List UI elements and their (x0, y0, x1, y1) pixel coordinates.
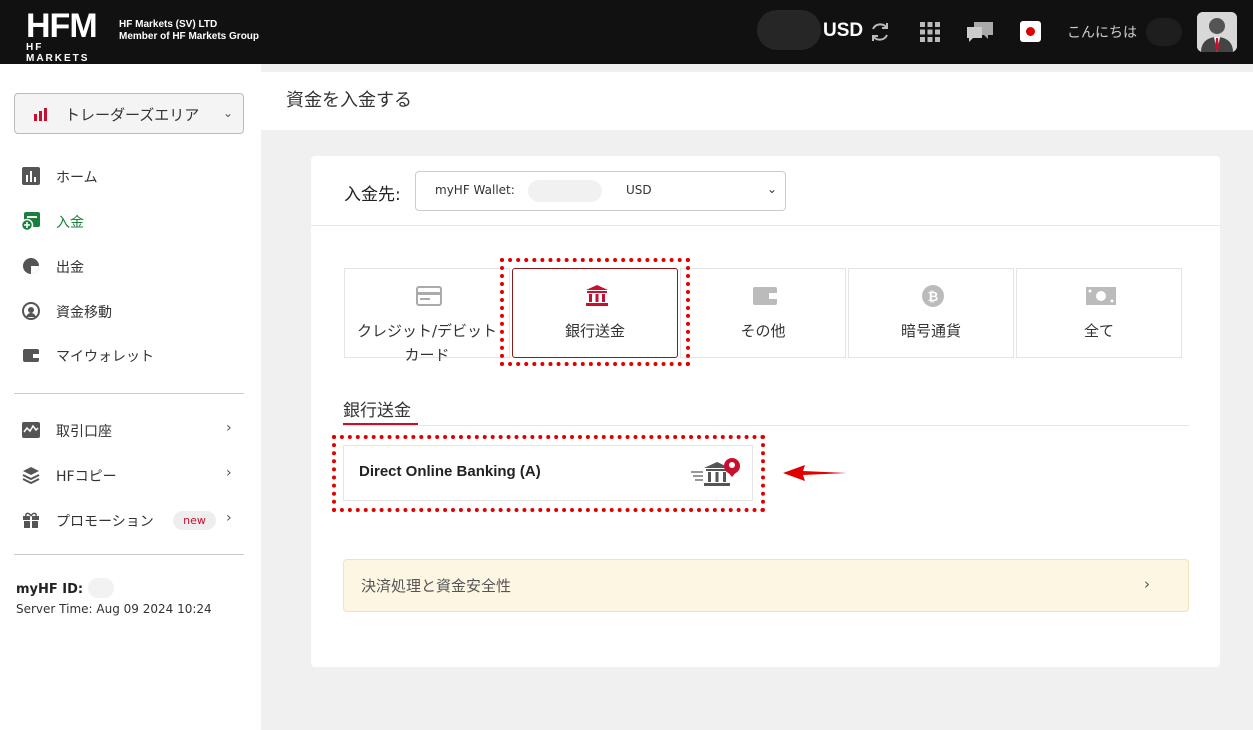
chat-icon[interactable] (965, 20, 995, 44)
chevron-right-icon: › (226, 510, 232, 526)
tile-credit-card[interactable]: クレジット/デビットカード (344, 268, 510, 364)
sidebar-item-hf-copy[interactable]: HFコピー › (0, 460, 261, 490)
transfer-icon (22, 302, 40, 320)
chevron-down-icon: ⌄ (766, 182, 777, 196)
section-divider (343, 425, 1189, 426)
tile-crypto[interactable]: ₿ 暗号通貨 (848, 268, 1014, 358)
sidebar-divider (14, 393, 244, 394)
bitcoin-icon: ₿ (922, 285, 944, 307)
sidebar-item-transfer[interactable]: 資金移動 (0, 296, 261, 326)
page-header: 資金を入金する (261, 72, 1253, 130)
sidebar-item-label: HFコピー (56, 469, 117, 485)
chevron-down-icon: ⌄ (222, 106, 233, 120)
sidebar-item-home[interactable]: ホーム (0, 161, 261, 191)
sidebar-item-label: プロモーション (56, 514, 154, 530)
chevron-right-icon: › (226, 420, 232, 436)
balance-redacted (757, 10, 821, 50)
highlight-box-bank-transfer (500, 258, 690, 366)
chevron-right-icon: › (1144, 575, 1150, 593)
logo-subtext: HF MARKETS (26, 42, 90, 64)
chart-icon (22, 167, 40, 185)
red-arrow-annotation (783, 465, 847, 481)
card-divider (311, 225, 1220, 226)
deposit-card: 入金先: myHF Wallet: USD ⌄ クレジット/デビットカード 銀行… (311, 156, 1220, 667)
sidebar: トレーダーズエリア ⌄ ホーム 入金 出金 資金移動 マイウォレット 取引口座 … (0, 64, 261, 730)
traders-area-dropdown[interactable]: トレーダーズエリア ⌄ (14, 93, 244, 134)
tile-other[interactable]: その他 (680, 268, 846, 358)
tile-label: その他 (740, 322, 786, 340)
myhf-id-label: myHF ID: (16, 582, 84, 597)
wallet-id-redacted (528, 180, 602, 202)
notice-text: 決済処理と資金安全性 (361, 577, 512, 595)
wallet-icon (753, 287, 777, 305)
top-bar: HFM HF MARKETS HF Markets (SV) LTD Membe… (0, 0, 1253, 64)
bar-chart-icon (34, 108, 47, 121)
highlight-box-method (332, 435, 765, 512)
sidebar-item-label: 取引口座 (56, 424, 112, 440)
deposit-icon (21, 212, 40, 231)
trading-account-icon (22, 422, 40, 438)
sidebar-item-withdraw[interactable]: 出金 (0, 251, 261, 281)
avatar[interactable] (1197, 12, 1237, 52)
payment-security-notice[interactable]: 決済処理と資金安全性 › (343, 559, 1189, 612)
tile-label: 全て (1083, 322, 1114, 340)
chevron-right-icon: › (226, 465, 232, 481)
section-title: 銀行送金 (343, 401, 411, 421)
sidebar-item-label: ホーム (56, 170, 98, 186)
username-redacted (1146, 18, 1182, 46)
credit-card-icon (416, 286, 442, 306)
cash-icon (1086, 287, 1116, 305)
sidebar-item-label: 出金 (56, 260, 84, 276)
sidebar-divider (14, 554, 244, 555)
company-info: HF Markets (SV) LTD Member of HF Markets… (119, 19, 259, 43)
gift-icon (23, 512, 39, 528)
logo-text: HFM (26, 7, 98, 45)
sidebar-item-trading-accounts[interactable]: 取引口座 › (0, 415, 261, 445)
company-group: Member of HF Markets Group (119, 31, 260, 42)
japan-flag-icon[interactable] (1020, 21, 1041, 42)
tile-label: 暗号通貨 (900, 322, 961, 340)
myhf-id-redacted (88, 578, 114, 598)
sidebar-item-wallet[interactable]: マイウォレット (0, 340, 261, 370)
refresh-icon[interactable] (868, 20, 892, 44)
server-time: Server Time: Aug 09 2024 10:24 (16, 602, 212, 616)
new-badge: new (173, 511, 216, 530)
svg-text:₿: ₿ (928, 290, 939, 305)
greeting-text: こんにちは (1067, 25, 1137, 41)
sidebar-item-label: 入金 (56, 215, 84, 231)
deposit-destination-select[interactable]: myHF Wallet: USD ⌄ (415, 171, 786, 211)
sidebar-item-label: 資金移動 (56, 305, 112, 321)
sidebar-item-label: マイウォレット (56, 349, 154, 365)
sidebar-item-deposit[interactable]: 入金 (0, 206, 261, 236)
tile-all[interactable]: 全て (1016, 268, 1182, 358)
traders-area-label: トレーダーズエリア (65, 106, 200, 124)
section-underline (343, 423, 418, 425)
hfm-logo[interactable]: HFM HF MARKETS (26, 7, 110, 64)
currency-label: USD (823, 20, 864, 41)
sidebar-item-promotions[interactable]: プロモーション › (0, 505, 261, 535)
deposit-destination-label: 入金先: (344, 185, 401, 205)
apps-grid-icon[interactable] (918, 20, 942, 44)
wallet-label: myHF Wallet: (435, 183, 515, 197)
company-name: HF Markets (SV) LTD (119, 19, 218, 30)
tile-label: クレジット/デビットカード (356, 322, 498, 364)
withdraw-icon (23, 258, 39, 274)
wallet-icon (23, 349, 39, 362)
page-title: 資金を入金する (286, 90, 412, 111)
layers-icon (22, 467, 40, 485)
wallet-currency: USD (626, 183, 652, 197)
